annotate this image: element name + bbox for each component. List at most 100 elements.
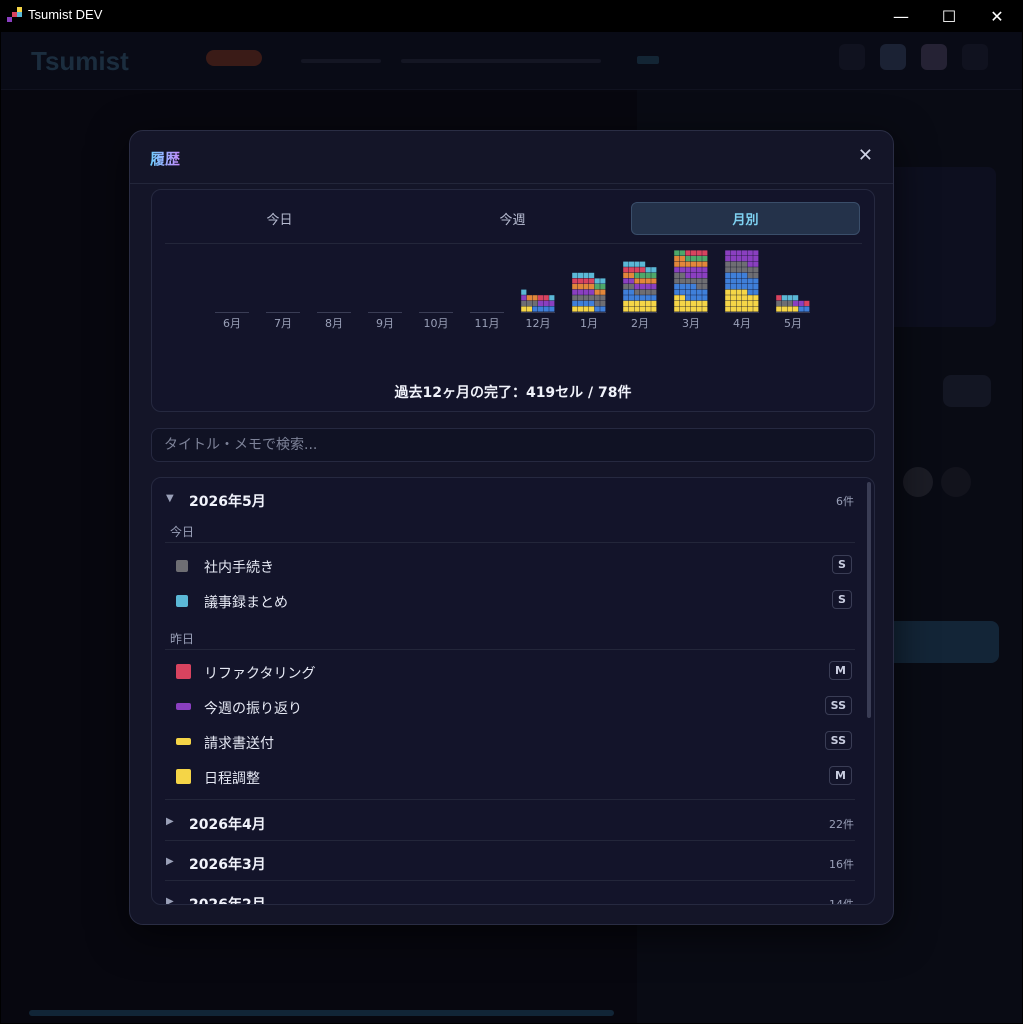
list-item[interactable]: 日程調整 M [152, 759, 864, 793]
chart-cell [679, 300, 685, 306]
chart-cell [702, 250, 708, 256]
chart-cell [725, 300, 731, 306]
modal-close-button[interactable]: ✕ [858, 145, 873, 166]
chart-cell [623, 278, 629, 284]
chart-cell [594, 289, 600, 295]
window-close-button[interactable]: ✕ [973, 0, 1021, 32]
chart-cell [742, 272, 748, 278]
chart-cell [696, 289, 702, 295]
chart-cell [730, 300, 736, 306]
month-row-2026-05[interactable]: ▼ 2026年5月 6件 [152, 480, 864, 520]
maximize-button[interactable]: ☐ [925, 0, 973, 32]
chart-cell [742, 278, 748, 284]
chart-cell [696, 295, 702, 301]
chart-cell [572, 289, 578, 295]
chart-cell [634, 306, 640, 312]
chart-cell [577, 295, 583, 301]
chart-cell [702, 261, 708, 267]
chart-cell [685, 295, 691, 301]
chart-cell [526, 306, 532, 312]
tab-week[interactable]: 今週 [398, 202, 627, 235]
chart-cell [781, 306, 787, 312]
chart-cell [674, 261, 680, 267]
chart-summary: 過去12ヶ月の完了：419セル / 78件 [394, 385, 632, 401]
list-item[interactable]: 社内手続き S [152, 548, 864, 582]
chart-cell [572, 278, 578, 284]
chart-cell [674, 256, 680, 262]
chart-cell [702, 267, 708, 273]
chart-cell [776, 295, 782, 301]
minimize-button[interactable]: — [877, 0, 925, 32]
list-scrollbar[interactable] [867, 482, 871, 718]
chart-cell [742, 250, 748, 256]
chart-cell [600, 289, 606, 295]
month-label: 2026年2月 [189, 897, 266, 905]
chart-cell [577, 278, 583, 284]
maximize-icon: ☐ [941, 6, 957, 26]
chart-cell [679, 295, 685, 301]
month-row-2026-04[interactable]: ▶ 2026年4月 22件 [152, 803, 864, 843]
chart-cell [787, 306, 793, 312]
chart-cell [747, 278, 753, 284]
list-item[interactable]: リファクタリング M [152, 654, 864, 688]
chart-cell [634, 272, 640, 278]
divider [165, 243, 862, 244]
chart-cell [702, 272, 708, 278]
window-titlebar: Tsumist DEV — ☐ ✕ [0, 0, 1023, 32]
chart-cell [736, 289, 742, 295]
chart-cell [634, 261, 640, 267]
chart-cell [702, 295, 708, 301]
chart-cell [674, 295, 680, 301]
tab-today[interactable]: 今日 [165, 202, 394, 235]
chart-cell [543, 295, 549, 301]
list-item[interactable]: 請求書送付 SS [152, 724, 864, 758]
chart-cell [628, 306, 634, 312]
chart-cell [798, 300, 804, 306]
chart-tick-label: 4月 [733, 317, 751, 330]
chart-cell [736, 250, 742, 256]
chevron-right-icon: ▶ [166, 816, 174, 827]
chart-cell [572, 272, 578, 278]
chart-cell [742, 267, 748, 273]
chart-cell [736, 256, 742, 262]
chart-cell [577, 306, 583, 312]
month-row-2026-03[interactable]: ▶ 2026年3月 16件 [152, 843, 864, 883]
chart-cell [730, 261, 736, 267]
chart-cell [691, 261, 697, 267]
search-input[interactable] [151, 428, 875, 462]
chart-cell [725, 256, 731, 262]
chart-cell [634, 295, 640, 301]
size-badge: SS [824, 731, 852, 750]
chart-cell [747, 256, 753, 262]
chart-cell [645, 267, 651, 273]
chart-tick-label: 10月 [424, 317, 449, 330]
window-title: Tsumist DEV [28, 7, 103, 22]
chart-cell [640, 295, 646, 301]
chart-cell [747, 300, 753, 306]
chart-cell [747, 289, 753, 295]
chart-cell [634, 300, 640, 306]
chart-cell [521, 295, 527, 301]
chart-cell [583, 295, 589, 301]
chart-cell [628, 278, 634, 284]
chart-cell [742, 256, 748, 262]
chart-cell [538, 306, 544, 312]
chart-cell [521, 300, 527, 306]
tab-monthly[interactable]: 月別 [631, 202, 860, 235]
month-row-2026-02[interactable]: ▶ 2026年2月 14件 [152, 883, 864, 905]
chart-cell [600, 306, 606, 312]
chart-cell [645, 295, 651, 301]
chart-cell [730, 256, 736, 262]
chart-cell [594, 300, 600, 306]
chart-cell [628, 267, 634, 273]
chart-cell [696, 261, 702, 267]
chart-cell [742, 306, 748, 312]
list-item[interactable]: 今週の振り返り SS [152, 689, 864, 723]
size-badge: S [832, 555, 852, 574]
chart-cell [623, 306, 629, 312]
chart-cell [730, 278, 736, 284]
chart-cell [651, 295, 657, 301]
list-item[interactable]: 議事録まとめ S [152, 583, 864, 617]
chart-cell [725, 250, 731, 256]
chart-cell [594, 306, 600, 312]
